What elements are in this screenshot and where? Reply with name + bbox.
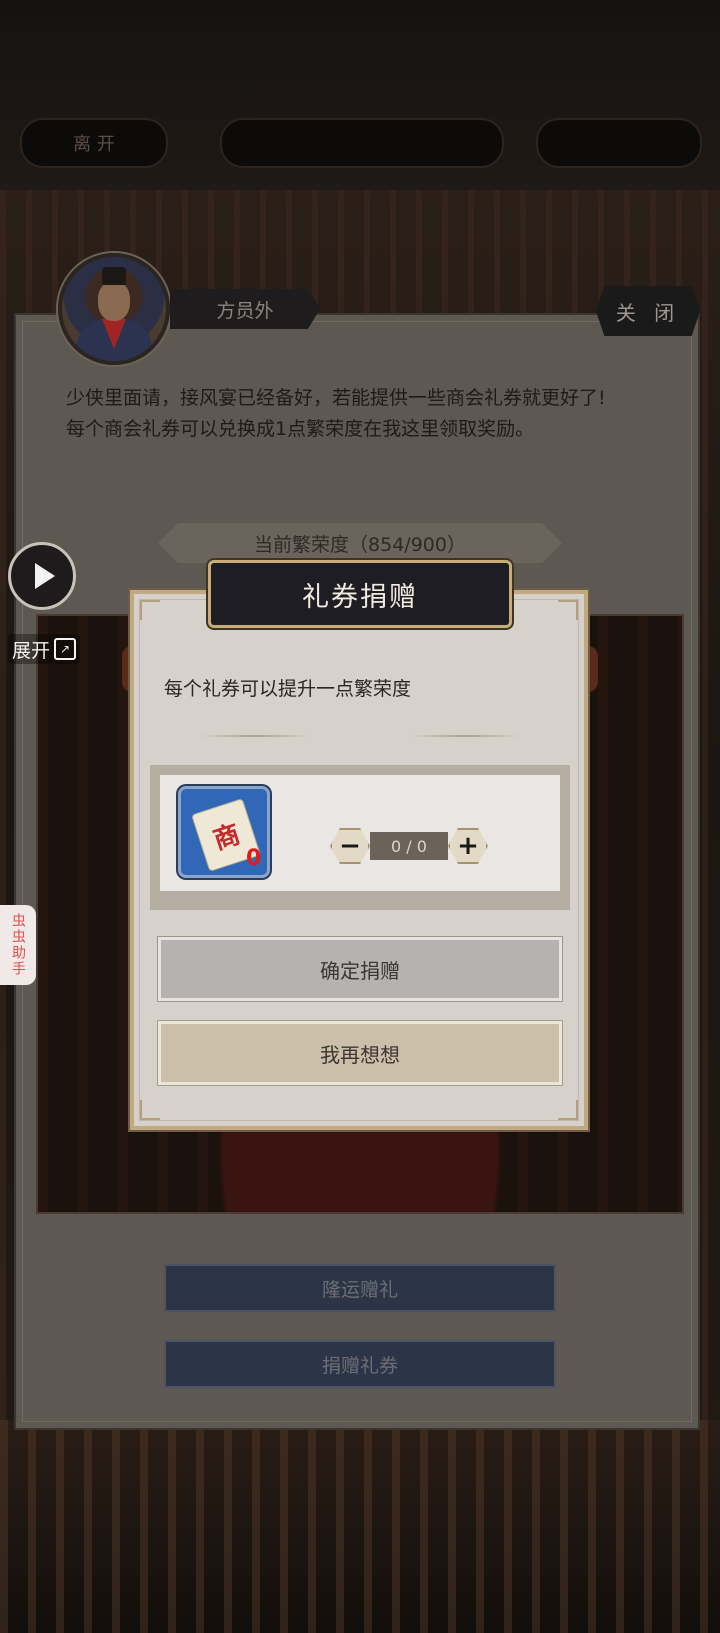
gift-button[interactable]: 隆运赠礼 (164, 1264, 556, 1312)
expand-button[interactable]: 展开 ↗ (8, 634, 81, 664)
prosperity-banner: 当前繁荣度（854/900） (158, 523, 562, 563)
confirm-donate-button[interactable]: 确定捐赠 (158, 937, 562, 1001)
reconsider-button[interactable]: 我再想想 (158, 1021, 562, 1085)
top-right-bar[interactable] (536, 118, 702, 168)
top-background (0, 0, 720, 200)
npc-name-plate: 方员外 (170, 289, 320, 329)
quantity-value: 0 / 0 (370, 832, 448, 860)
expand-label: 展开 (12, 639, 51, 662)
expand-arrow-icon: ↗ (54, 638, 77, 660)
leave-button[interactable]: 离 开 (20, 118, 168, 168)
dialog-line: 每个商会礼券可以兑换成1点繁荣度在我这里领取奖励。 (66, 418, 535, 440)
popup-title: 礼券捐赠 (208, 560, 512, 628)
donate-voucher-button[interactable]: 捐赠礼券 (164, 1340, 556, 1388)
popup-description: 每个礼券可以提升一点繁荣度 (164, 678, 412, 700)
background-floor (0, 1420, 720, 1633)
item-count: 0 (246, 846, 262, 871)
increase-button[interactable]: + (448, 828, 488, 864)
close-button[interactable]: 关 闭 (596, 286, 700, 336)
quantity-stepper: − 0 / 0 + (330, 828, 488, 864)
npc-dialog-text: 少侠里面请，接风宴已经备好，若能提供一些商会礼券就更好了! 每个商会礼券可以兑换… (66, 383, 636, 445)
helper-tab[interactable]: 虫虫助手 (0, 905, 36, 985)
top-title-bar (220, 118, 504, 168)
npc-avatar (58, 253, 170, 365)
decrease-button[interactable]: − (330, 828, 370, 864)
play-icon[interactable] (8, 542, 76, 610)
ornament-divider-right (410, 735, 520, 737)
dialog-line: 少侠里面请，接风宴已经备好，若能提供一些商会礼券就更好了! (66, 387, 606, 409)
ornament-divider-left (200, 735, 310, 737)
